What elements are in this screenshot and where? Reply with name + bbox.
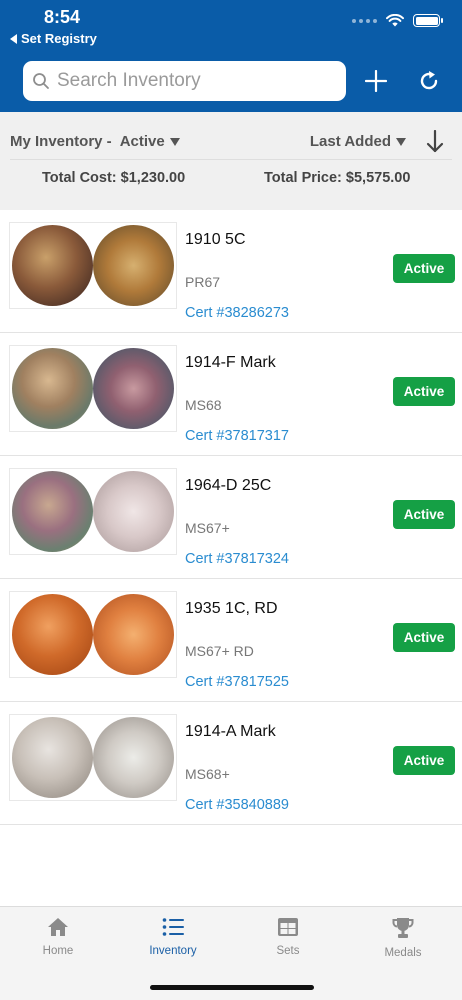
inventory-item[interactable]: 1910 5C PR67 Cert #38286273 Active bbox=[0, 210, 462, 333]
status-badge: Active bbox=[393, 500, 455, 529]
inventory-label: My Inventory - bbox=[10, 133, 112, 150]
status-filter-value: Active bbox=[119, 133, 165, 150]
coin-obverse bbox=[12, 717, 93, 798]
coin-reverse bbox=[93, 594, 174, 675]
home-indicator bbox=[150, 985, 314, 990]
sort-label: Last Added bbox=[309, 133, 391, 150]
coin-grade: MS67+ RD bbox=[185, 643, 254, 659]
coin-image bbox=[9, 222, 177, 309]
chevron-down-icon bbox=[169, 137, 180, 146]
inventory-item[interactable]: 1914-F Mark MS68 Cert #37817317 Active bbox=[0, 333, 462, 456]
tab-medals[interactable]: Medals bbox=[358, 917, 448, 959]
coin-title: 1964-D 25C bbox=[185, 477, 272, 494]
total-cost: Total Cost: $1,230.00 bbox=[42, 170, 186, 186]
tab-home[interactable]: Home bbox=[13, 917, 103, 957]
coin-obverse bbox=[12, 471, 93, 552]
coin-image bbox=[9, 714, 177, 801]
back-label: Set Registry bbox=[21, 31, 97, 46]
tab-label: Inventory bbox=[149, 945, 197, 957]
coin-reverse bbox=[93, 225, 174, 306]
total-price: Total Price: $5,575.00 bbox=[264, 170, 411, 186]
refresh-button[interactable] bbox=[412, 64, 446, 98]
list-icon bbox=[162, 918, 184, 936]
status-badge: Active bbox=[393, 377, 455, 406]
coin-obverse bbox=[12, 225, 93, 306]
status-badge: Active bbox=[393, 254, 455, 283]
battery-icon bbox=[413, 14, 443, 27]
cert-link[interactable]: Cert #35840889 bbox=[185, 797, 289, 813]
search-placeholder: Search Inventory bbox=[57, 70, 201, 91]
cert-link[interactable]: Cert #37817317 bbox=[185, 428, 289, 444]
coin-reverse bbox=[93, 717, 174, 798]
cert-link[interactable]: Cert #37817525 bbox=[185, 674, 289, 690]
coin-image bbox=[9, 591, 177, 678]
inventory-item[interactable]: 1964-D 25C MS67+ Cert #37817324 Active bbox=[0, 456, 462, 579]
refresh-icon bbox=[420, 71, 438, 90]
inventory-item[interactable]: 1914-A Mark MS68+ Cert #35840889 Active bbox=[0, 702, 462, 825]
back-to-set-registry[interactable]: Set Registry bbox=[10, 31, 97, 46]
coin-reverse bbox=[93, 348, 174, 429]
grid-icon bbox=[278, 918, 298, 936]
coin-reverse bbox=[93, 471, 174, 552]
coin-title: 1914-A Mark bbox=[185, 723, 276, 740]
cellular-signal-icon bbox=[352, 18, 377, 23]
status-filter-dropdown[interactable]: My Inventory - Active bbox=[10, 133, 180, 150]
tab-inventory[interactable]: Inventory bbox=[128, 917, 218, 957]
inventory-item[interactable]: 1935 1C, RD MS67+ RD Cert #37817525 Acti… bbox=[0, 579, 462, 702]
cert-link[interactable]: Cert #37817324 bbox=[185, 551, 289, 567]
home-icon bbox=[48, 918, 68, 936]
inventory-filter-bar: My Inventory - Active Last Added Total C… bbox=[0, 112, 462, 210]
plus-icon bbox=[365, 70, 387, 92]
trophy-icon bbox=[392, 918, 414, 938]
coin-grade: MS68+ bbox=[185, 766, 230, 782]
status-badge: Active bbox=[393, 623, 455, 652]
coin-image bbox=[9, 468, 177, 555]
cert-link[interactable]: Cert #38286273 bbox=[185, 305, 289, 321]
coin-title: 1914-F Mark bbox=[185, 354, 276, 371]
back-arrow-icon bbox=[10, 33, 17, 44]
status-badge: Active bbox=[393, 746, 455, 775]
coin-obverse bbox=[12, 594, 93, 675]
add-button[interactable] bbox=[359, 64, 393, 98]
sort-direction-button[interactable] bbox=[426, 124, 444, 160]
coin-image bbox=[9, 345, 177, 432]
search-icon bbox=[33, 73, 49, 89]
status-time: 8:54 bbox=[44, 7, 81, 27]
coin-title: 1910 5C bbox=[185, 231, 246, 248]
sort-dropdown[interactable]: Last Added bbox=[310, 133, 406, 150]
wifi-icon bbox=[386, 14, 404, 27]
coin-grade: PR67 bbox=[185, 274, 221, 290]
tab-sets[interactable]: Sets bbox=[243, 917, 333, 957]
arrow-down-icon bbox=[426, 130, 444, 153]
status-icons bbox=[352, 14, 443, 27]
tab-label: Home bbox=[42, 945, 74, 957]
app-header: 8:54 Set Registry Search Inventory bbox=[0, 0, 462, 112]
coin-title: 1935 1C, RD bbox=[185, 600, 278, 617]
coin-grade: MS68 bbox=[185, 397, 222, 413]
chevron-down-icon bbox=[396, 137, 406, 146]
tab-label: Sets bbox=[276, 945, 300, 957]
coin-grade: MS67+ bbox=[185, 520, 230, 536]
tab-label: Medals bbox=[384, 947, 422, 959]
coin-obverse bbox=[12, 348, 93, 429]
search-input[interactable]: Search Inventory bbox=[23, 61, 346, 101]
